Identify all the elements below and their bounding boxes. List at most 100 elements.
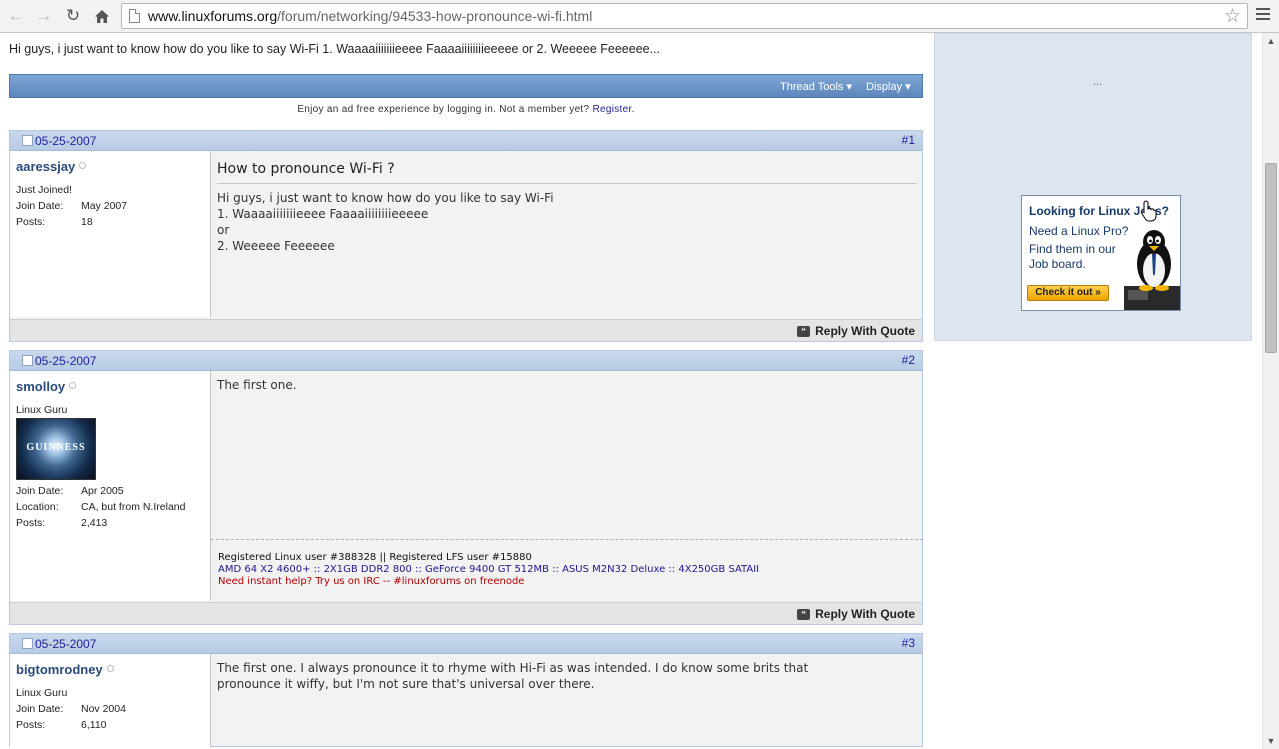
post-status-icon (22, 135, 33, 146)
post-date: 05-25-2007 (35, 637, 97, 651)
reply-with-quote-label: Reply With Quote (815, 607, 915, 621)
register-link[interactable]: Register. (592, 104, 634, 115)
field-value: 6,110 (81, 719, 107, 731)
username: aaressjay (16, 159, 76, 174)
post-line: Hi guys, i just want to know how do you … (217, 191, 554, 205)
menu-icon[interactable] (1256, 8, 1270, 22)
quote-icon: “ (797, 608, 811, 620)
url-host: www.linuxforums.org (148, 8, 278, 24)
user-info: aaressjay Just Joined! Join Date: May 200… (10, 151, 211, 317)
username-link[interactable]: smolloy (16, 379, 77, 394)
reply-with-quote-button[interactable]: “ Reply With Quote (797, 607, 915, 621)
post-line: The first one. I always pronounce it to … (217, 661, 809, 675)
thread-toolbar: Thread Tools ▾ Display ▾ (9, 74, 923, 98)
field-label: Posts: (16, 719, 46, 731)
username-link[interactable]: bigtomrodney (16, 662, 114, 677)
user-info: smolloy Linux Guru GUINNESS Join Date: Ap… (10, 371, 211, 601)
tux-penguin-icon (1124, 230, 1180, 310)
join-date-field: Join Date: May 2007 (16, 200, 127, 212)
post-message: The first one. (217, 377, 297, 393)
field-label: Location: (16, 501, 59, 513)
join-date-field: Join Date: Nov 2004 (16, 703, 126, 715)
home-icon[interactable] (90, 4, 114, 28)
ad-line: Find them in our (1029, 242, 1116, 256)
post-line: pronounce it wiffy, but I'm not sure tha… (217, 677, 595, 691)
scroll-up-icon[interactable]: ▲ (1263, 33, 1279, 49)
star-icon[interactable]: ☆ (1224, 5, 1241, 28)
vertical-scrollbar[interactable]: ▲ ▼ (1262, 33, 1279, 749)
post-1: 05-25-2007 #1 aaressjay Just Joined! Joi… (9, 130, 923, 342)
user-title: Linux Guru (16, 404, 68, 416)
offline-status-icon (69, 382, 77, 389)
sidebar: ... Looking for Linux Jobs? Need a Linux… (934, 33, 1252, 341)
field-label: Join Date: (16, 485, 64, 497)
display-label: Display (866, 81, 903, 93)
post-header: 05-25-2007 #2 (10, 351, 922, 371)
reply-with-quote-button[interactable]: “ Reply With Quote (797, 324, 915, 338)
signature-divider (211, 539, 923, 540)
forward-arrow-icon[interactable]: → (32, 4, 56, 28)
post-status-icon (22, 355, 33, 366)
post-date: 05-25-2007 (35, 134, 97, 148)
field-value: May 2007 (81, 200, 128, 212)
scroll-thumb[interactable] (1265, 163, 1277, 353)
field-value: 18 (81, 216, 93, 228)
post-message: Hi guys, i just want to know how do you … (217, 190, 554, 254)
post-number-link[interactable]: #1 (902, 133, 915, 147)
check-it-out-button[interactable]: Check it out » (1027, 285, 1109, 301)
post-title: How to pronounce Wi-Fi ? (217, 161, 917, 184)
thread-tools-menu[interactable]: Thread Tools ▾ (780, 80, 852, 93)
signature-irc-link[interactable]: Need instant help? Try us on IRC -- #lin… (218, 576, 524, 587)
user-title: Just Joined! (16, 184, 73, 196)
user-title: Linux Guru (16, 687, 68, 699)
avatar[interactable]: GUINNESS (16, 418, 96, 480)
post-line: 2. Weeeee Feeeeee (217, 239, 335, 253)
join-date-field: Join Date: Apr 2005 (16, 485, 124, 497)
address-bar[interactable]: www.linuxforums.org/forum/networking/945… (121, 3, 1248, 29)
linux-jobs-ad[interactable]: Looking for Linux Jobs? Need a Linux Pro… (1021, 195, 1181, 311)
display-menu[interactable]: Display ▾ (866, 80, 911, 93)
chevron-down-icon: ▾ (905, 81, 911, 93)
post-line: or (217, 223, 230, 237)
username: bigtomrodney (16, 662, 103, 677)
reload-icon[interactable]: ↻ (61, 4, 85, 28)
post-footer: “ Reply With Quote (10, 319, 922, 341)
field-label: Posts: (16, 216, 46, 228)
ad-line: Job board. (1029, 257, 1086, 271)
reply-with-quote-label: Reply With Quote (815, 324, 915, 338)
adfree-notice: Enjoy an ad free experience by logging i… (9, 104, 923, 115)
scroll-down-icon[interactable]: ▼ (1263, 733, 1279, 749)
post-line: The first one. (217, 378, 297, 392)
thread-preview-text: Hi guys, i just want to know how do you … (9, 42, 661, 56)
post-header: 05-25-2007 #1 (10, 131, 922, 151)
user-info: bigtomrodney Linux Guru Join Date: Nov 20… (10, 654, 211, 747)
username: smolloy (16, 379, 66, 394)
field-label: Join Date: (16, 703, 64, 715)
post-2: 05-25-2007 #2 smolloy Linux Guru GUINNES… (9, 350, 923, 625)
quote-icon: “ (797, 325, 811, 337)
post-number-link[interactable]: #3 (902, 636, 915, 650)
ad-line: Need a Linux Pro? (1029, 224, 1129, 238)
adfree-text: Enjoy an ad free experience by logging i… (297, 104, 590, 115)
post-number-link[interactable]: #2 (902, 353, 915, 367)
posts-count-field: Posts: 6,110 (16, 719, 107, 731)
avatar-text: GUINNESS (26, 442, 86, 453)
field-value: 2,413 (81, 517, 108, 529)
page-icon (129, 9, 140, 23)
back-arrow-icon[interactable]: ← (4, 4, 28, 28)
post-header: 05-25-2007 #3 (10, 634, 922, 654)
url-text[interactable]: www.linuxforums.org/forum/networking/945… (148, 8, 592, 24)
browser-toolbar: ← → ↻ www.linuxforums.org/forum/networki… (0, 0, 1279, 33)
username-link[interactable]: aaressjay (16, 159, 87, 174)
thread-tools-label: Thread Tools (780, 81, 844, 93)
hand-cursor-icon (1141, 200, 1157, 227)
post-footer: “ Reply With Quote (10, 602, 922, 624)
url-path: /forum/networking/94533-how-pronounce-wi… (277, 8, 593, 24)
posts-count-field: Posts: 2,413 (16, 517, 107, 529)
post-3: 05-25-2007 #3 bigtomrodney Linux Guru Jo… (9, 633, 923, 747)
chevron-down-icon: ▾ (846, 81, 852, 93)
field-label: Posts: (16, 517, 46, 529)
post-message: The first one. I always pronounce it to … (217, 660, 808, 692)
field-value: Apr 2005 (81, 485, 124, 497)
sidebar-ellipsis: ... (1093, 76, 1103, 88)
